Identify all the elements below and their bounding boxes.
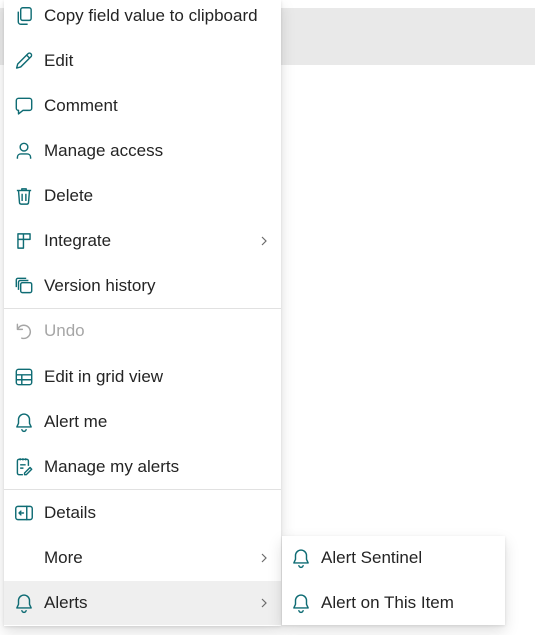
- version-history-icon: [13, 275, 35, 297]
- undo-icon: [13, 320, 35, 342]
- menu-item-label: Details: [44, 503, 96, 522]
- menu-item-delete[interactable]: Delete: [4, 174, 281, 218]
- menu-item-label: Alert me: [44, 412, 108, 431]
- menu-divider: [4, 489, 281, 490]
- menu-item-integrate[interactable]: Integrate: [4, 219, 281, 263]
- menu-item-label: More: [44, 548, 83, 567]
- comment-icon: [13, 95, 35, 117]
- submenu-item-alert-sentinel[interactable]: Alert Sentinel: [282, 536, 505, 580]
- grid-icon: [13, 366, 35, 388]
- menu-item-label: Edit in grid view: [44, 367, 164, 386]
- menu-item-label: Comment: [44, 96, 118, 115]
- menu-item-label: Copy field value to clipboard: [44, 6, 258, 25]
- chevron-right-icon: [257, 550, 271, 566]
- menu-item-label: Version history: [44, 276, 156, 295]
- bell-icon: [13, 411, 35, 433]
- menu-item-comment[interactable]: Comment: [4, 84, 281, 128]
- menu-item-edit-in-grid-view[interactable]: Edit in grid view: [4, 355, 281, 399]
- menu-item-label: Manage my alerts: [44, 457, 180, 476]
- bell-icon: [290, 592, 312, 614]
- bell-icon: [290, 547, 312, 569]
- menu-item-manage-access[interactable]: Manage access: [4, 129, 281, 173]
- submenu-item-label: Alert Sentinel: [321, 548, 423, 567]
- menu-item-label: Manage access: [44, 141, 164, 160]
- menu-item-manage-my-alerts[interactable]: Manage my alerts: [4, 445, 281, 489]
- menu-item-alerts[interactable]: Alerts: [4, 581, 281, 625]
- context-menu: Copy field value to clipboard Edit Comme…: [4, 0, 281, 626]
- menu-item-label: Undo: [44, 321, 85, 340]
- manage-alerts-icon: [13, 456, 35, 478]
- menu-item-label: Alerts: [44, 593, 88, 612]
- menu-item-copy-field-value[interactable]: Copy field value to clipboard: [4, 0, 281, 38]
- pencil-icon: [13, 50, 35, 72]
- page: Copy field value to clipboard Edit Comme…: [0, 0, 535, 635]
- menu-item-undo: Undo: [4, 309, 281, 353]
- menu-item-details[interactable]: Details: [4, 491, 281, 535]
- menu-item-more[interactable]: More: [4, 536, 281, 580]
- submenu-item-alert-on-this-item[interactable]: Alert on This Item: [282, 581, 505, 625]
- menu-item-alert-me[interactable]: Alert me: [4, 400, 281, 444]
- menu-item-edit[interactable]: Edit: [4, 39, 281, 83]
- person-icon: [13, 140, 35, 162]
- menu-item-label: Delete: [44, 186, 94, 205]
- details-icon: [13, 502, 35, 524]
- chevron-right-icon: [257, 595, 271, 611]
- integrate-icon: [13, 230, 35, 252]
- menu-item-label: Integrate: [44, 231, 112, 250]
- submenu-item-label: Alert on This Item: [321, 593, 454, 612]
- chevron-right-icon: [257, 233, 271, 249]
- copy-icon: [13, 5, 35, 27]
- alerts-submenu: Alert Sentinel Alert on This Item: [282, 536, 505, 625]
- menu-item-version-history[interactable]: Version history: [4, 264, 281, 308]
- menu-item-label: Edit: [44, 51, 74, 70]
- bell-icon: [13, 592, 35, 614]
- trash-icon: [13, 185, 35, 207]
